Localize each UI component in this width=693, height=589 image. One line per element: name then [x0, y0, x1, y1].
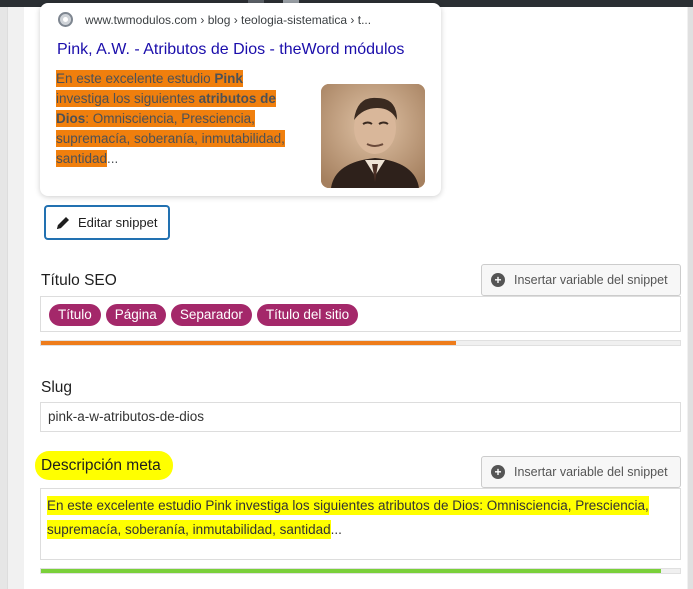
- variable-chip-site-title[interactable]: Título del sitio: [256, 304, 359, 326]
- desc-part: En este excelente estudio: [56, 71, 215, 86]
- edit-snippet-button[interactable]: Editar snippet: [45, 206, 169, 239]
- desc-part-bold: Pink: [214, 71, 243, 86]
- snippet-preview-card: www.twmodulos.com › blog › teologia-sist…: [40, 3, 441, 196]
- right-scrollbar[interactable]: [688, 7, 693, 589]
- seo-title-progress-fill: [41, 341, 457, 345]
- seo-title-progress-bar: [40, 340, 681, 346]
- meta-description-ellipsis: ...: [330, 522, 342, 537]
- snippet-url-row: www.twmodulos.com › blog › teologia-sist…: [58, 12, 371, 27]
- snippet-description: En este excelente estudio Pink investiga…: [56, 69, 299, 169]
- author-portrait: [321, 84, 425, 188]
- plus-circle-icon: +: [491, 273, 505, 287]
- meta-description-label-text: Descripción meta: [35, 451, 173, 480]
- desc-part: : Omnisciencia, Presciencia, supremacía,…: [56, 111, 285, 166]
- variable-chip-title[interactable]: Título: [49, 304, 101, 326]
- meta-description-insert-variable-button[interactable]: + Insertar variable del snippet: [481, 456, 681, 488]
- meta-description-progress-bar: [40, 568, 681, 574]
- variable-chip-separator[interactable]: Separador: [170, 304, 252, 326]
- plus-circle-icon: +: [491, 465, 505, 479]
- insert-variable-label: Insertar variable del snippet: [514, 465, 668, 479]
- snippet-breadcrumb: www.twmodulos.com › blog › teologia-sist…: [85, 12, 372, 27]
- desc-ellipsis: ...: [107, 151, 119, 166]
- seo-title-insert-variable-button[interactable]: + Insertar variable del snippet: [481, 264, 681, 296]
- desc-part: investiga los siguientes: [56, 91, 199, 106]
- meta-description-textarea[interactable]: En este excelente estudio Pink investiga…: [40, 488, 681, 560]
- meta-description-progress-fill: [41, 569, 661, 573]
- seo-title-input[interactable]: Título Página Separador Título del sitio: [40, 296, 681, 332]
- globe-icon: [58, 12, 73, 27]
- seo-editor-panel: www.twmodulos.com › blog › teologia-sist…: [24, 3, 687, 589]
- slug-input[interactable]: pink-a-w-atributos-de-dios: [40, 402, 681, 432]
- snippet-title[interactable]: Pink, A.W. - Atributos de Dios - theWord…: [57, 41, 404, 59]
- pencil-icon: [57, 216, 69, 229]
- seo-title-label: Título SEO: [41, 272, 117, 289]
- variable-chip-page[interactable]: Página: [105, 304, 166, 326]
- meta-description-value: En este excelente estudio Pink investiga…: [47, 496, 649, 539]
- slug-label: Slug: [41, 379, 73, 396]
- left-gutter: [0, 7, 8, 589]
- snippet-thumbnail: [321, 84, 425, 188]
- edit-snippet-label: Editar snippet: [78, 215, 158, 230]
- meta-description-label: Descripción meta: [35, 451, 173, 480]
- meta-description-text: En este excelente estudio Pink investiga…: [47, 494, 657, 542]
- insert-variable-label: Insertar variable del snippet: [514, 273, 668, 287]
